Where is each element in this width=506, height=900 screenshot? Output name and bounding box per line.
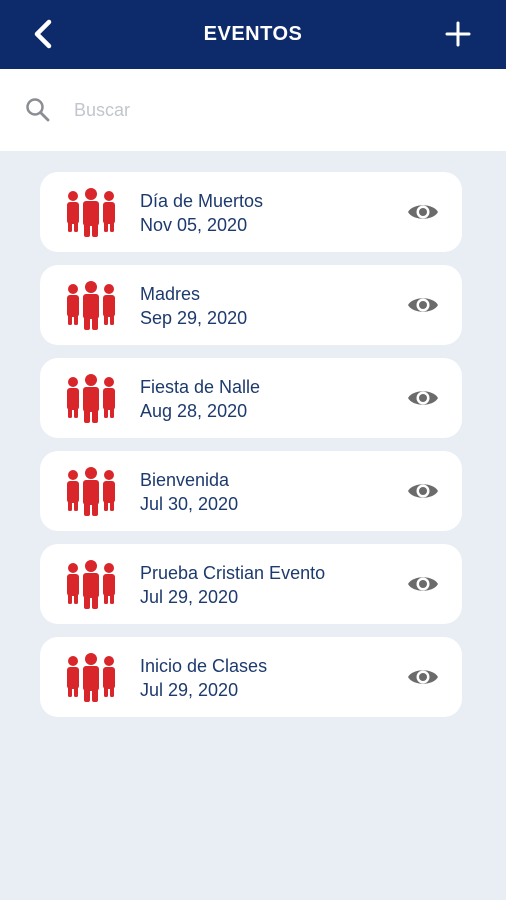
event-date: Jul 29, 2020 [140, 587, 239, 607]
eye-icon[interactable] [406, 384, 440, 412]
chevron-left-icon [34, 19, 52, 49]
event-card[interactable]: Prueba Cristian Evento Jul 29, 2020 [40, 544, 462, 624]
eye-icon[interactable] [406, 477, 440, 505]
search-input[interactable] [74, 93, 474, 127]
eye-icon[interactable] [406, 291, 440, 319]
event-card[interactable]: Fiesta de Nalle Aug 28, 2020 [40, 358, 462, 438]
people-group-icon [67, 653, 115, 702]
event-date: Jul 29, 2020 [140, 680, 239, 700]
event-date: Jul 30, 2020 [140, 494, 239, 514]
event-name: Madres [140, 284, 201, 304]
page-title: EVENTOS [203, 23, 303, 45]
add-event-button[interactable] [442, 16, 474, 52]
search-icon [26, 98, 50, 122]
events-list: Día de Muertos Nov 05, 2020 Madres Sep 2… [40, 172, 462, 730]
eye-icon[interactable] [406, 663, 440, 691]
event-date: Sep 29, 2020 [140, 308, 248, 328]
back-button[interactable] [28, 14, 58, 54]
people-group-icon [67, 374, 115, 423]
eye-icon[interactable] [406, 570, 440, 598]
event-date: Nov 05, 2020 [140, 215, 248, 235]
event-card[interactable]: Bienvenida Jul 30, 2020 [40, 451, 462, 531]
event-name: Fiesta de Nalle [140, 377, 261, 397]
event-card[interactable]: Inicio de Clases Jul 29, 2020 [40, 637, 462, 717]
people-group-icon [67, 281, 115, 330]
plus-icon [445, 21, 471, 47]
event-date: Aug 28, 2020 [140, 401, 248, 421]
event-name: Bienvenida [140, 470, 230, 490]
search-bar [0, 69, 506, 151]
people-group-icon [67, 560, 115, 609]
event-card[interactable]: Madres Sep 29, 2020 [40, 265, 462, 345]
event-name: Inicio de Clases [140, 656, 268, 676]
event-name: Prueba Cristian Evento [140, 563, 326, 583]
event-card[interactable]: Día de Muertos Nov 05, 2020 [40, 172, 462, 252]
eye-icon[interactable] [406, 198, 440, 226]
people-group-icon [67, 467, 115, 516]
people-group-icon [67, 188, 115, 237]
top-app-bar: EVENTOS [0, 0, 506, 69]
event-name: Día de Muertos [140, 191, 264, 211]
